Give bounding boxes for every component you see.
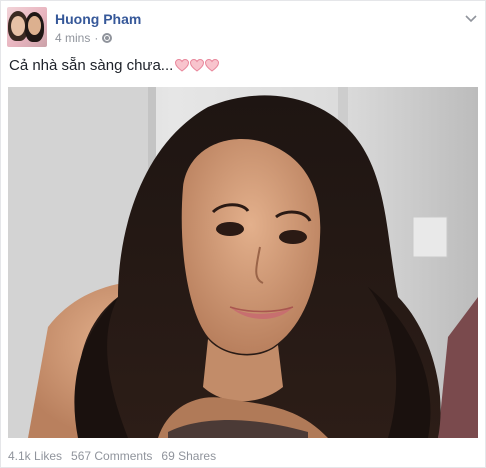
post-header: Huong Pham 4 mins · [7, 7, 481, 49]
likes-count[interactable]: 4.1k Likes [8, 449, 62, 463]
avatar[interactable] [7, 7, 47, 47]
heart-icon [190, 59, 205, 72]
heart-icon [175, 59, 190, 72]
shares-count[interactable]: 69 Shares [161, 449, 216, 463]
facebook-post: Huong Pham 4 mins · Cả nhà sẵn sàng chưa… [0, 0, 486, 468]
caption-hearts [175, 59, 220, 72]
meta-separator: · [94, 31, 99, 45]
post-stats: 4.1k Likes 567 Comments 69 Shares [8, 449, 216, 463]
post-photo[interactable] [8, 87, 478, 438]
comments-count[interactable]: 567 Comments [71, 449, 152, 463]
globe-icon[interactable] [102, 33, 113, 43]
author-name[interactable]: Huong Pham [55, 11, 141, 27]
post-meta: 4 mins · [55, 31, 113, 45]
selfie-photo [8, 87, 478, 438]
caption-text: Cả nhà sẵn sàng chưa... [9, 57, 174, 74]
post-timestamp[interactable]: 4 mins [55, 31, 90, 45]
heart-icon [205, 59, 220, 72]
chevron-down-icon[interactable] [465, 13, 477, 25]
post-caption: Cả nhà sẵn sàng chưa... [9, 57, 220, 74]
